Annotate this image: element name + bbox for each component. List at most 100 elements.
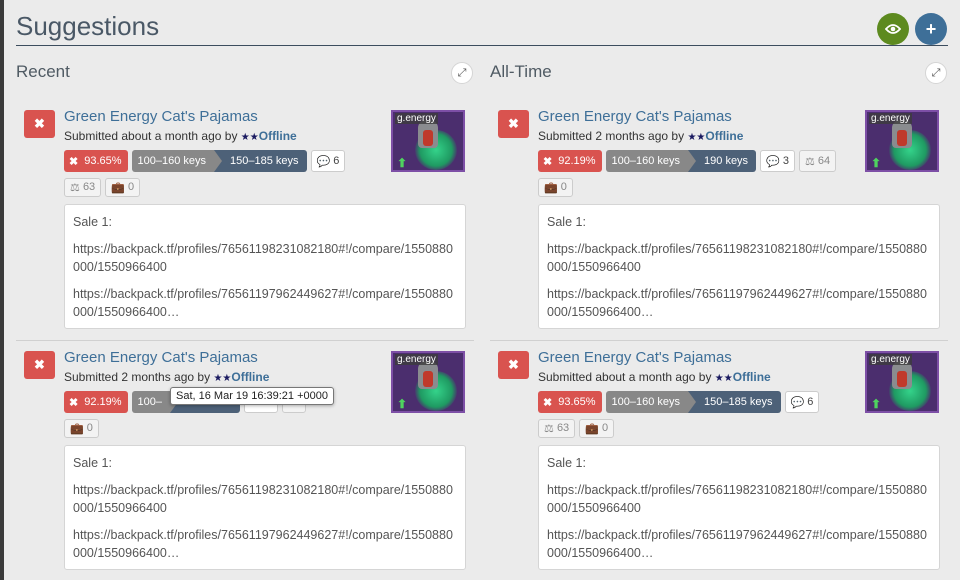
submitted-text: Submitted 2 months ago by (538, 129, 685, 143)
badge-row: ✖ 93.65% 100–160 keys 150–185 keys 💬 6 (64, 150, 346, 172)
x-icon: ✖ (543, 155, 553, 168)
badge-row-2: 💼 0 (64, 418, 103, 438)
briefcase-icon: 💼 (544, 181, 558, 194)
scale-icon: ⚖ (804, 155, 815, 168)
vote-percent: 93.65% (84, 155, 122, 167)
desc-line: Sale 1: (547, 456, 586, 470)
item-image-detail (897, 371, 907, 387)
briefcase-icon: 💼 (111, 181, 125, 194)
desc-link[interactable]: https://backpack.tf/profiles/76561198231… (73, 481, 457, 517)
timestamp-tooltip: Sat, 16 Mar 19 16:39:21 +0000 (170, 387, 334, 405)
expand-icon: ⤢ (931, 66, 941, 79)
add-suggestion-button[interactable]: + (915, 13, 947, 45)
new-price-badge: 150–185 keys (688, 391, 781, 413)
dupes-badge: 💼 0 (105, 177, 141, 197)
item-title-link[interactable]: Green Energy Cat's Pajamas (64, 349, 258, 366)
dupes-count: 0 (127, 181, 135, 193)
column-title-all-time: All-Time (490, 62, 552, 81)
votes-count: 64 (817, 155, 831, 167)
submitted-text: Submitted about a month ago by (538, 370, 712, 384)
submitted-line: Submitted about a month ago by ★★Offline (64, 129, 297, 143)
effect-label: g.energy (395, 113, 438, 124)
badge-row-2: ⚖ 63 💼 0 (64, 177, 144, 197)
badge-row-2: ⚖ 63 💼 0 (538, 418, 618, 438)
user-status-link[interactable]: Offline (705, 129, 743, 143)
desc-link[interactable]: https://backpack.tf/profiles/76561197962… (73, 526, 457, 562)
desc-line: Sale 1: (73, 456, 112, 470)
downvote-button[interactable]: ✖ (498, 351, 529, 379)
expand-recent-button[interactable]: ⤢ (451, 62, 473, 84)
old-price-badge: 100–160 keys (131, 150, 222, 172)
item-title-link[interactable]: Green Energy Cat's Pajamas (538, 108, 732, 125)
desc-link[interactable]: https://backpack.tf/profiles/76561198231… (73, 240, 457, 276)
user-status-link[interactable]: Offline (733, 370, 771, 384)
watch-button[interactable] (877, 13, 909, 45)
item-thumbnail[interactable]: g.energy ⬆ (865, 351, 939, 413)
x-icon: ✖ (69, 396, 79, 409)
comments-badge[interactable]: 💬 6 (310, 150, 346, 172)
stars-icon: ★★ (687, 132, 706, 143)
expand-all-time-button[interactable]: ⤢ (925, 62, 947, 84)
suggestion-description: Sale 1: https://backpack.tf/profiles/765… (538, 204, 940, 329)
x-icon: ✖ (543, 396, 553, 409)
item-thumbnail[interactable]: g.energy ⬆ (391, 110, 465, 172)
comment-icon: 💬 (316, 155, 331, 168)
comments-badge[interactable]: 💬 3 (760, 150, 795, 172)
badge-row: ✖ 93.65% 100–160 keys 150–185 keys 💬 6 (538, 391, 820, 413)
up-arrow-icon: ⬆ (871, 397, 882, 411)
votes-badge: ⚖ 63 (64, 177, 102, 197)
desc-link[interactable]: https://backpack.tf/profiles/76561197962… (547, 526, 931, 562)
desc-line: Sale 1: (547, 215, 586, 229)
comment-icon: 💬 (790, 396, 805, 409)
user-status-link[interactable]: Offline (231, 370, 269, 384)
downvote-button[interactable]: ✖ (24, 351, 55, 379)
badge-row: ✖ 92.19% 100–160 keys 190 keys 💬 3 ⚖ 64 (538, 150, 837, 172)
dupes-badge: 💼 0 (64, 418, 99, 438)
suggestion-card: ✖ Green Energy Cat's Pajamas Submitted 2… (490, 100, 940, 330)
downvote-button[interactable]: ✖ (498, 110, 529, 138)
page-title: Suggestions (16, 11, 160, 41)
desc-link[interactable]: https://backpack.tf/profiles/76561198231… (547, 481, 931, 517)
dupes-badge: 💼 0 (538, 177, 573, 197)
user-status-link[interactable]: Offline (259, 129, 297, 143)
item-image-detail (897, 130, 907, 146)
submitted-line: Submitted about a month ago by ★★Offline (538, 370, 771, 384)
submitted-line: Submitted 2 months ago by ★★Offline (64, 370, 269, 384)
vote-percent: 92.19% (84, 396, 122, 408)
dupes-count: 0 (601, 422, 609, 434)
desc-line: Sale 1: (73, 215, 112, 229)
desc-link[interactable]: https://backpack.tf/profiles/76561198231… (547, 240, 931, 276)
comments-badge[interactable]: 💬 6 (784, 391, 820, 413)
scale-icon: ⚖ (544, 422, 554, 435)
comments-count: 6 (333, 155, 340, 167)
vote-percent-badge: ✖ 93.65% (538, 391, 602, 413)
submitted-text: Submitted 2 months ago by (64, 370, 211, 384)
desc-link[interactable]: https://backpack.tf/profiles/76561197962… (73, 285, 457, 321)
vote-percent-badge: ✖ 92.19% (64, 391, 128, 413)
suggestion-card: ✖ Green Energy Cat's Pajamas Submitted a… (490, 341, 940, 571)
old-price-badge: 100–160 keys (605, 150, 696, 172)
desc-link[interactable]: https://backpack.tf/profiles/76561197962… (547, 285, 931, 321)
votes-badge: ⚖ 63 (538, 418, 576, 438)
vote-percent: 93.65% (558, 396, 596, 408)
item-title-link[interactable]: Green Energy Cat's Pajamas (64, 108, 258, 125)
plus-icon: + (925, 18, 937, 39)
item-title-link[interactable]: Green Energy Cat's Pajamas (538, 349, 732, 366)
stars-icon: ★★ (240, 132, 259, 143)
stars-icon: ★★ (213, 373, 232, 384)
downvote-button[interactable]: ✖ (24, 110, 55, 138)
stars-icon: ★★ (714, 373, 733, 384)
submitted-text: Submitted about a month ago by (64, 129, 238, 143)
item-image-detail (423, 371, 433, 387)
effect-label: g.energy (869, 113, 912, 124)
suggestion-card: ✖ Green Energy Cat's Pajamas Submitted a… (16, 100, 466, 330)
left-edge-strip (0, 0, 4, 580)
item-thumbnail[interactable]: g.energy ⬆ (391, 351, 465, 413)
up-arrow-icon: ⬆ (397, 156, 408, 170)
scale-icon: ⚖ (70, 181, 80, 194)
item-image-detail (423, 130, 433, 146)
page-header: Suggestions + (16, 10, 948, 46)
up-arrow-icon: ⬆ (871, 156, 882, 170)
item-thumbnail[interactable]: g.energy ⬆ (865, 110, 939, 172)
new-price-badge: 190 keys (688, 150, 757, 172)
